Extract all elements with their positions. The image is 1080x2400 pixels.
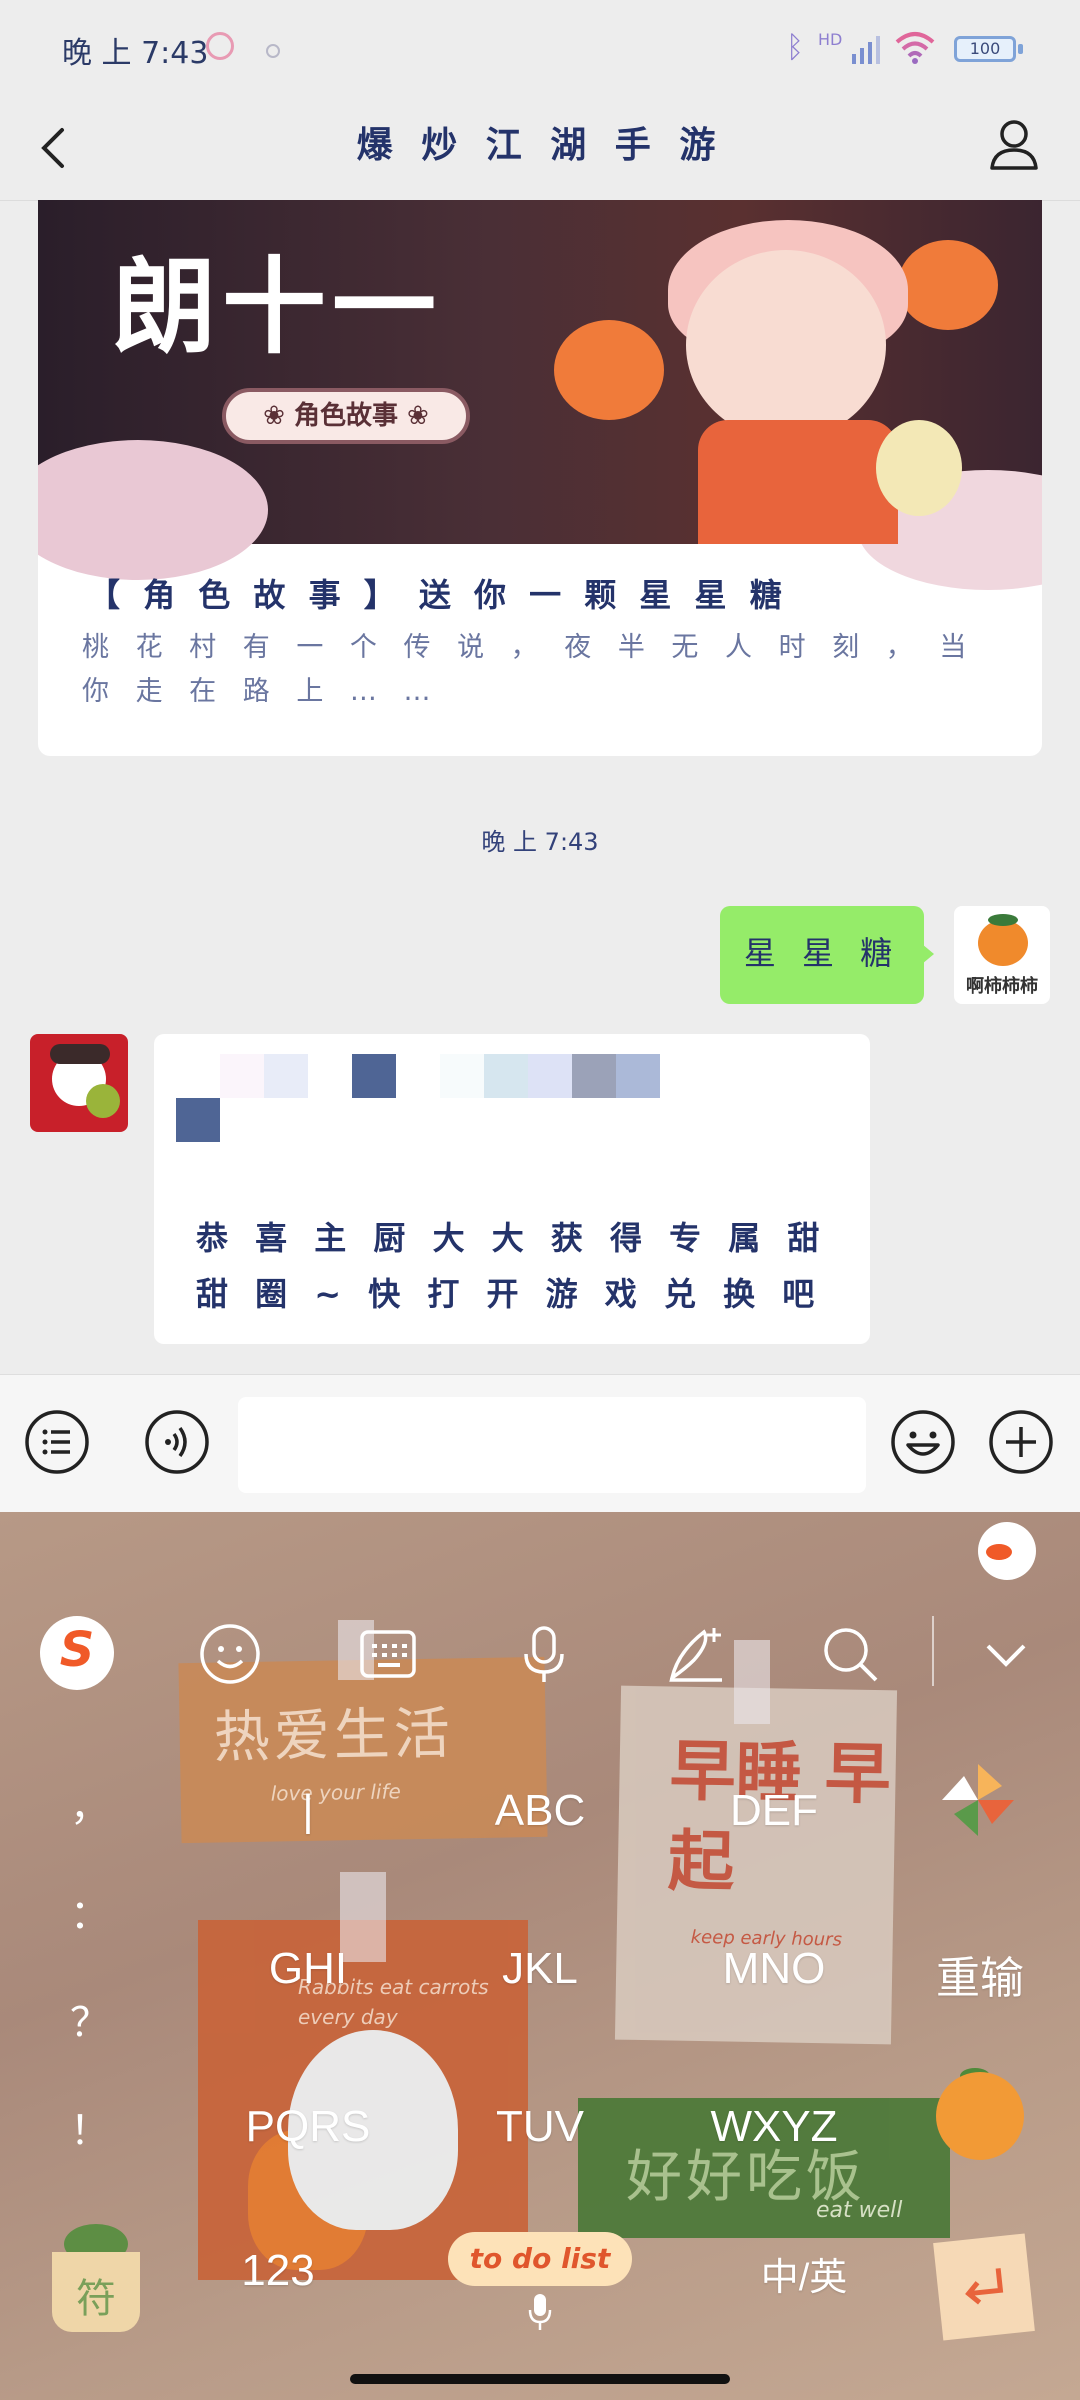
bird-eye — [986, 1544, 1012, 1560]
handwriting-icon[interactable] — [664, 1622, 728, 1686]
punct-key-colon[interactable]: ： — [60, 1882, 120, 1940]
status-time: 晚 上 7:43 — [62, 36, 209, 71]
enter-key[interactable] — [933, 2233, 1035, 2341]
symbol-key-label: 符 — [76, 2276, 116, 2322]
bluetooth-icon: ᛒ — [786, 30, 804, 65]
sent-message-text: 星 星 糖 — [743, 934, 901, 972]
plus-icon[interactable] — [988, 1409, 1054, 1475]
alarm-icon — [206, 32, 234, 60]
redacted-pixel — [528, 1054, 572, 1098]
space-key[interactable]: to do list — [448, 2232, 632, 2286]
battery-tip — [1018, 44, 1023, 54]
redacted-pixel — [176, 1098, 220, 1142]
pinwheel-icon — [942, 1764, 1014, 1836]
notification-dot-icon — [266, 44, 280, 58]
key-wxyz[interactable]: WXYZ — [694, 2102, 854, 2152]
sender-avatar[interactable] — [30, 1034, 128, 1132]
enter-arrow-icon — [965, 2268, 1004, 2305]
sogou-logo-icon[interactable]: S — [40, 1616, 114, 1690]
hd-label: HD — [818, 30, 843, 49]
my-avatar[interactable]: 啊柿柿柿 — [954, 906, 1050, 1004]
redacted-pixel — [440, 1054, 484, 1098]
redacted-pixel — [484, 1054, 528, 1098]
article-headline: 【 角 色 故 事 】 送 你 一 颗 星 星 糖 — [88, 576, 788, 614]
key-mno[interactable]: MNO — [694, 1944, 854, 1994]
fox-spirit-illustration — [554, 320, 664, 420]
redacted-pixel — [572, 1054, 616, 1098]
punct-key-comma[interactable]: ， — [60, 1774, 120, 1832]
redacted-content — [176, 1054, 876, 1144]
banner-cloud — [38, 440, 268, 580]
bird-mascot-icon[interactable] — [978, 1522, 1036, 1580]
fox-spirit-illustration — [898, 240, 998, 330]
key-retype[interactable]: 重输 — [900, 1942, 1060, 2006]
message-timestamp: 晚 上 7:43 — [481, 828, 599, 856]
persimmon-illustration — [978, 920, 1028, 966]
tape-decoration — [734, 1640, 770, 1724]
chat-header: 爆 炒 江 湖 手 游 — [0, 96, 1080, 201]
key-jkl[interactable]: JKL — [460, 1944, 620, 1994]
emoji-icon[interactable] — [198, 1622, 262, 1686]
toolbar-divider — [932, 1616, 934, 1686]
ime-keyboard: 热爱生活 love your life 早睡 早起 keep early hou… — [0, 1512, 1080, 2400]
key-ghi[interactable]: GHI — [228, 1944, 388, 1994]
key-def[interactable]: DEF — [694, 1786, 854, 1836]
message-input[interactable] — [238, 1397, 866, 1493]
key-abc[interactable]: ABC — [460, 1786, 620, 1836]
article-card[interactable]: 朗十一 ❀ 角色故事 ❀ 【 角 色 故 事 】 送 你 一 颗 星 星 糖 桃… — [38, 200, 1042, 756]
chat-input-bar — [0, 1374, 1080, 1513]
key-lang-switch[interactable]: 中/英 — [724, 2246, 884, 2301]
orange-illustration — [936, 2072, 1024, 2160]
banner-title: 朗十一 — [112, 245, 443, 368]
keyboard-icon[interactable] — [356, 1622, 420, 1686]
character-face — [686, 250, 886, 440]
received-message-text: 恭 喜 主 厨 大 大 获 得 专 属 甜 甜 圈 ~ 快 打 开 游 戏 兑 … — [196, 1219, 828, 1313]
symbol-key[interactable]: 符 — [52, 2252, 140, 2332]
character-body — [698, 420, 898, 544]
punct-key-exclaim[interactable]: ！ — [60, 2098, 120, 2156]
space-mic-icon — [528, 2294, 552, 2330]
lantern-illustration — [876, 420, 962, 516]
menu-icon[interactable] — [24, 1409, 90, 1475]
battery-indicator: 100 — [954, 36, 1016, 62]
key-pqrs[interactable]: PQRS — [228, 2102, 388, 2152]
chef-hat — [50, 1044, 110, 1064]
status-bar: 晚 上 7:43 ᛒ HD 100 — [0, 0, 1080, 96]
chevron-down-icon[interactable] — [974, 1622, 1038, 1686]
skin-note-subtext: eat well — [816, 2198, 903, 2223]
signal-icon — [852, 36, 880, 64]
sogou-letter: S — [59, 1622, 95, 1678]
persimmon-leaf — [988, 914, 1018, 926]
mic-icon[interactable] — [512, 1622, 576, 1686]
skin-note-text: 热爱生活 — [213, 1701, 455, 1771]
chat-title: 爆 炒 江 湖 手 游 — [356, 125, 724, 166]
food-illustration — [86, 1084, 120, 1118]
avatar-label: 啊柿柿柿 — [966, 976, 1038, 997]
redacted-pixel — [220, 1054, 264, 1098]
search-icon[interactable] — [818, 1622, 882, 1686]
redacted-pixel — [616, 1054, 660, 1098]
key-tuv[interactable]: TUV — [460, 2102, 620, 2152]
redacted-pixel — [264, 1054, 308, 1098]
article-summary: 桃 花 村 有 一 个 传 说 ， 夜 半 无 人 时 刻 ， 当 你 走 在 … — [82, 632, 976, 707]
emoji-icon[interactable] — [890, 1409, 956, 1475]
redacted-pixel — [352, 1054, 396, 1098]
key-1[interactable]: | — [228, 1786, 388, 1836]
profile-icon[interactable] — [984, 114, 1044, 174]
article-banner-image: 朗十一 ❀ 角色故事 ❀ — [38, 200, 1042, 590]
punct-key-question[interactable]: ？ — [60, 1990, 120, 2048]
home-indicator[interactable] — [350, 2374, 730, 2384]
wifi-icon — [895, 32, 935, 64]
key-123[interactable]: 123 — [198, 2246, 358, 2296]
banner-tag: ❀ 角色故事 ❀ — [222, 388, 470, 444]
voice-icon[interactable] — [144, 1409, 210, 1475]
